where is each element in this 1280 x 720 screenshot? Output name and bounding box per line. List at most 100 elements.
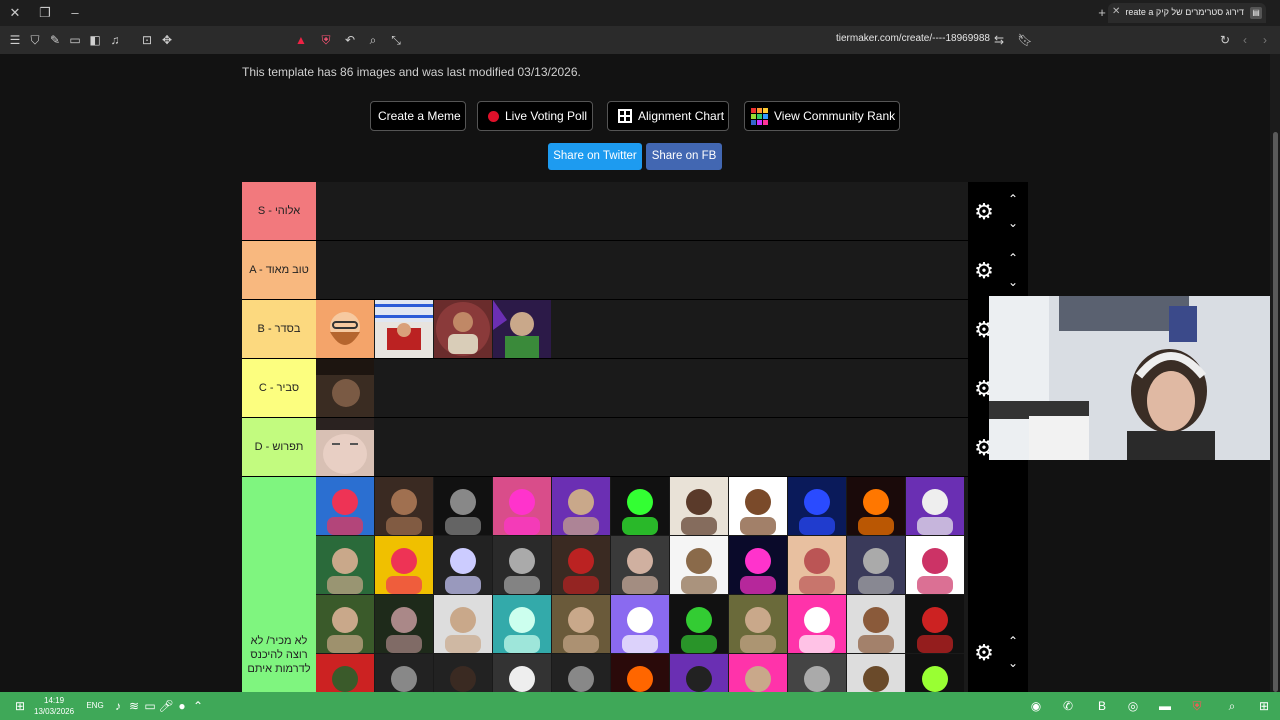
reload-icon[interactable]: ↻ [1217, 32, 1233, 48]
streamer-tile[interactable] [670, 477, 728, 535]
streamer-tile[interactable] [847, 536, 905, 594]
create-meme-button[interactable]: Create a Meme [370, 101, 466, 131]
brave-rewards-icon[interactable]: ▲ [293, 32, 309, 48]
pin-icon[interactable]: ✎ [47, 32, 63, 48]
streamer-tile[interactable] [375, 536, 433, 594]
screenshot-icon[interactable]: ⊡ [139, 32, 155, 48]
streamer-tile[interactable] [316, 654, 374, 692]
restore-window-icon[interactable]: ❐ [37, 5, 53, 21]
app-b-icon[interactable]: B [1094, 698, 1110, 714]
streamer-tile[interactable] [729, 654, 787, 692]
streamer-tile[interactable] [316, 536, 374, 594]
streamer-tile[interactable] [375, 595, 433, 653]
settings-gear-icon[interactable]: ⚙ [973, 642, 995, 664]
language-indicator[interactable]: ENG [86, 698, 104, 714]
discord-icon[interactable]: ◎ [1125, 698, 1141, 714]
tier-items-a[interactable] [316, 241, 968, 299]
streamer-tile[interactable] [788, 536, 846, 594]
streamer-tile[interactable] [552, 477, 610, 535]
move-up-icon[interactable]: ⌃ [1006, 193, 1020, 205]
whatsapp-icon[interactable]: ✆ [1060, 698, 1076, 714]
tier-label-c[interactable]: C - סביר [242, 359, 316, 417]
search-icon[interactable]: ⌕ [365, 32, 381, 48]
streamer-tile[interactable] [316, 477, 374, 535]
url-bar[interactable]: tiermaker.com/create/----18969988 [836, 33, 990, 44]
streamer-tile[interactable] [493, 536, 551, 594]
undo-icon[interactable]: ↶ [342, 32, 358, 48]
tier-items-b[interactable] [316, 300, 968, 358]
streamer-tile[interactable] [670, 536, 728, 594]
alignment-chart-button[interactable]: Alignment Chart [607, 101, 729, 131]
shield-icon[interactable]: ⛉ [27, 32, 43, 48]
tier-items-c[interactable] [316, 359, 968, 417]
streamer-tile[interactable] [906, 595, 964, 653]
brave-browser-icon[interactable]: ⛨ [1189, 698, 1205, 714]
extensions-icon[interactable]: ✥ [159, 32, 175, 48]
tier-label-b[interactable]: B - בסדר [242, 300, 316, 358]
streamer-tile[interactable] [552, 654, 610, 692]
streamer-tile[interactable] [906, 477, 964, 535]
tab-active[interactable]: ✕ דירוג סטרימרים של קיק Create a ▤ [1108, 3, 1266, 23]
streamer-tile[interactable] [316, 418, 374, 476]
tier-label-s[interactable]: S - אלוהי [242, 182, 316, 240]
streamer-tile[interactable] [552, 536, 610, 594]
streamer-tile[interactable] [788, 595, 846, 653]
move-up-icon[interactable]: ⌃ [1006, 635, 1020, 647]
streamer-tile[interactable] [493, 300, 551, 358]
streamer-tile[interactable] [434, 300, 492, 358]
taskbar-clock[interactable]: 14:19 13/03/2026 [34, 695, 74, 717]
obs-icon[interactable]: ◉ [1028, 698, 1044, 714]
streamer-tile[interactable] [670, 654, 728, 692]
tier-items-unknown[interactable] [316, 477, 968, 692]
chevron-up-icon[interactable]: ⌃ [190, 698, 206, 714]
sidebar-icon[interactable]: ◧ [87, 32, 103, 48]
move-up-icon[interactable]: ⌃ [1006, 252, 1020, 264]
back-icon[interactable]: ‹ [1237, 32, 1253, 48]
file-explorer-icon[interactable]: ▬ [1157, 698, 1173, 714]
streamer-tile[interactable] [316, 359, 374, 417]
streamer-tile[interactable] [729, 477, 787, 535]
streamer-tile[interactable] [316, 300, 374, 358]
record-icon[interactable]: ● [174, 698, 190, 714]
streamer-tile[interactable] [611, 536, 669, 594]
view-community-rank-button[interactable]: View Community Rank [744, 101, 900, 131]
settings-gear-icon[interactable]: ⚙ [973, 260, 995, 282]
streamer-tile[interactable] [552, 595, 610, 653]
scrollbar-thumb[interactable] [1273, 132, 1278, 692]
windows-logo-icon[interactable]: ⊞ [1256, 698, 1272, 714]
streamer-tile[interactable] [375, 300, 433, 358]
streamer-tile[interactable] [375, 477, 433, 535]
move-down-icon[interactable]: ⌄ [1006, 217, 1020, 229]
move-down-icon[interactable]: ⌄ [1006, 657, 1020, 669]
streamer-tile[interactable] [847, 477, 905, 535]
settings-gear-icon[interactable]: ⚙ [973, 201, 995, 223]
streamer-tile[interactable] [493, 477, 551, 535]
windows-start-icon[interactable]: ⊞ [12, 698, 28, 714]
brave-shield-icon[interactable]: ⛨ [318, 32, 334, 48]
tier-items-d[interactable] [316, 418, 968, 476]
translate-icon[interactable]: ⤡ [388, 32, 404, 48]
volume-icon[interactable]: ♪ [110, 698, 126, 714]
streamer-tile[interactable] [434, 654, 492, 692]
streamer-tile[interactable] [493, 595, 551, 653]
minimize-window-icon[interactable]: – [67, 5, 83, 21]
music-icon[interactable]: ♫ [107, 32, 123, 48]
tabs-icon[interactable]: ▭ [67, 32, 83, 48]
streamer-tile[interactable] [788, 654, 846, 692]
streamer-tile[interactable] [434, 536, 492, 594]
streamer-tile[interactable] [847, 595, 905, 653]
move-down-icon[interactable]: ⌄ [1006, 276, 1020, 288]
streamer-tile[interactable] [670, 595, 728, 653]
menu-icon[interactable]: ☰ [7, 32, 23, 48]
tier-label-d[interactable]: D - תפרוש [242, 418, 316, 476]
share-twitter-button[interactable]: Share on Twitter [548, 143, 642, 170]
live-voting-poll-button[interactable]: Live Voting Poll [477, 101, 593, 131]
streamer-tile[interactable] [788, 477, 846, 535]
search-icon[interactable]: ⌕ [1224, 698, 1240, 714]
streamer-tile[interactable] [611, 477, 669, 535]
streamer-tile[interactable] [906, 536, 964, 594]
tab-close-icon[interactable]: ✕ [1112, 6, 1120, 17]
wifi-icon[interactable]: ≋ [126, 698, 142, 714]
streamer-tile[interactable] [611, 595, 669, 653]
share-fb-button[interactable]: Share on FB [646, 143, 722, 170]
